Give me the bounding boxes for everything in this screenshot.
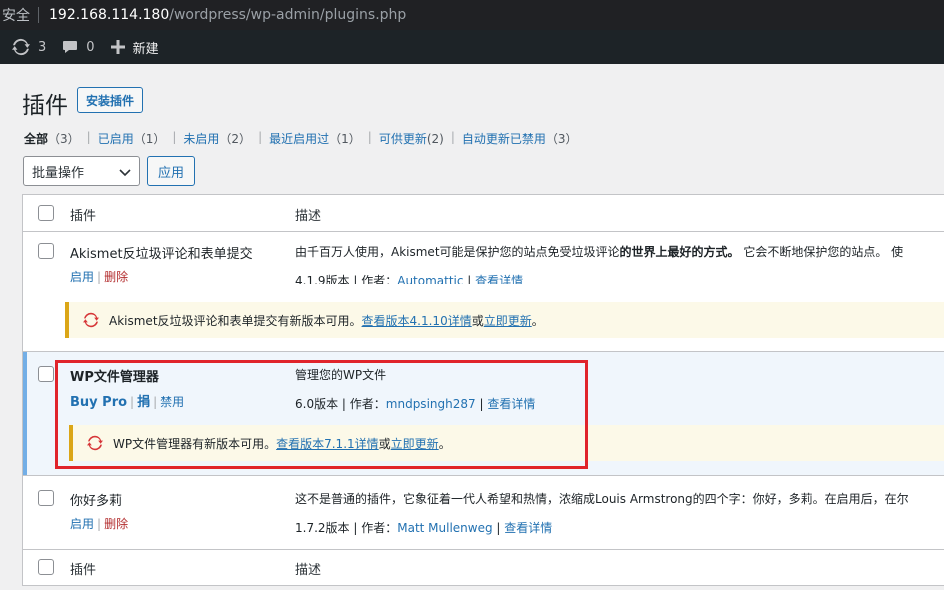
filter-all-link[interactable]: 全部 (24, 132, 48, 146)
filter-separator: | (367, 130, 372, 144)
filter-autoupdate-disabled[interactable]: 自动更新已禁用（3） (462, 130, 578, 147)
update-end: 。 (531, 313, 544, 328)
plugin-status-filters: 全部（3） | 已启用（1） | 未启用（2） | 最近启用过（1） | 可供更… (24, 130, 578, 147)
plugin-description-cell: 由千百万人使用，Akismet可能是保护您的站点免受垃圾评论的世界上最好的方式。… (295, 243, 903, 289)
updates-menu[interactable]: 3 (0, 30, 54, 64)
bulk-action-select[interactable]: 批量操作 (23, 156, 140, 186)
active-indicator (23, 352, 27, 475)
filter-separator: | (450, 130, 455, 144)
chevron-down-icon (119, 169, 131, 177)
plugin-version: 1.7.2版本 (295, 521, 350, 535)
filter-recent-link[interactable]: 最近启用过 (269, 132, 329, 146)
security-label[interactable]: 安全 (0, 5, 30, 25)
table-footer: 插件 描述 (23, 550, 944, 586)
updates-count: 3 (38, 39, 47, 55)
update-now-link[interactable]: 立即更新 (484, 312, 532, 329)
activate-link[interactable]: 启用 (70, 517, 94, 531)
url-path[interactable]: /wordpress/wp-admin/plugins.php (169, 7, 406, 23)
filter-active-count: （1） (133, 132, 166, 146)
add-plugin-button[interactable]: 安装插件 (77, 87, 144, 113)
column-description-footer[interactable]: 描述 (295, 559, 321, 578)
apply-button[interactable]: 应用 (147, 156, 196, 186)
filter-recent-count: （1） (329, 132, 361, 146)
filter-inactive[interactable]: 未启用（2） (183, 130, 251, 147)
comments-count: 0 (86, 39, 95, 55)
wp-admin-bar: 3 0 新建 (0, 30, 944, 64)
filter-upgrade[interactable]: 可供更新(2) (379, 130, 444, 147)
author-prefix: 作者： (361, 521, 398, 535)
description-text-cont: 它会不断地保护您的站点。 使 (739, 245, 904, 259)
plugin-meta: 1.7.2版本 | 作者：Matt Mullenweg | 查看详情 (295, 521, 553, 535)
select-all-checkbox[interactable] (38, 205, 54, 221)
view-details-link[interactable]: 查看详情 (504, 521, 552, 535)
row-actions: 启用 | 删除 (70, 515, 128, 532)
filter-active[interactable]: 已启用（1） (98, 130, 166, 147)
page-title: 插件 (22, 93, 68, 119)
plugin-update-row: Akismet反垃圾评论和表单提交有新版本可用。 查看版本4.1.10详情或立即更… (23, 284, 944, 349)
row-actions: 启用 | 删除 (70, 268, 253, 285)
update-notice: Akismet反垃圾评论和表单提交有新版本可用。 查看版本4.1.10详情或立即更… (65, 302, 944, 338)
comment-icon (63, 41, 78, 53)
plugin-checkbox[interactable] (38, 490, 54, 506)
plugin-checkbox[interactable] (38, 243, 54, 259)
column-description-header[interactable]: 描述 (295, 205, 321, 224)
filter-separator: | (86, 130, 91, 144)
plugin-row-akismet: Akismet反垃圾评论和表单提交 启用 | 删除 由千百万人使用，Akismet可… (23, 232, 944, 288)
new-label: 新建 (132, 41, 159, 57)
delete-link[interactable]: 删除 (104, 517, 128, 531)
plugin-description: 这不是普通的插件，它象征着一代人希望和热情，浓缩成Louis Armstrong… (295, 492, 909, 506)
filter-inactive-link[interactable]: 未启用 (183, 132, 219, 146)
activate-link[interactable]: 启用 (70, 270, 94, 284)
select-all-checkbox-footer[interactable] (38, 559, 54, 575)
bulk-action-value: 批量操作 (32, 165, 85, 181)
plugin-description-cell: 这不是普通的插件，它象征着一代人希望和热情，浓缩成Louis Armstrong… (295, 490, 909, 536)
filter-inactive-count: （2） (219, 132, 252, 146)
filter-all[interactable]: 全部（3） (24, 130, 80, 147)
update-message: Akismet反垃圾评论和表单提交有新版本可用。 (109, 313, 362, 328)
browser-address-bar[interactable]: 安全 192.168.114.180 /wordpress/wp-admin/p… (0, 0, 944, 30)
plugin-description: 由千百万人使用，Akismet可能是保护您的站点免受垃圾评论的世界上最好的方式。… (295, 243, 903, 260)
filter-all-count: （3） (48, 132, 80, 146)
filter-autoupdate-disabled-link[interactable]: 自动更新已禁用 (462, 132, 546, 146)
table-header: 插件 描述 (23, 195, 944, 231)
filter-autoupdate-disabled-count: （3） (545, 132, 578, 146)
plugin-title: 你好多莉 (70, 494, 123, 509)
plugin-row-hello-dolly: 你好多莉 启用 | 删除 这不是普通的插件，它象征着一代人希望和热情，浓缩成Loui… (23, 476, 944, 548)
filter-active-link[interactable]: 已启用 (98, 132, 134, 146)
filter-separator: | (172, 130, 177, 144)
filter-upgrade-count: (2) (426, 132, 444, 146)
plugin-name-cell: Akismet反垃圾评论和表单提交 启用 | 删除 (70, 243, 253, 285)
url-host[interactable]: 192.168.114.180 (49, 7, 169, 23)
action-separator: | (97, 270, 102, 284)
plugin-name-cell: 你好多莉 启用 | 删除 (70, 490, 128, 532)
plus-icon (110, 40, 125, 54)
new-content-menu[interactable]: 新建 (103, 30, 167, 64)
address-divider (38, 7, 39, 23)
description-text: 由千百万人使用，Akismet可能是保护您的站点免受垃圾评论 (295, 245, 620, 259)
plugin-title: Akismet反垃圾评论和表单提交 (70, 247, 253, 262)
update-icon (83, 312, 99, 328)
description-bold-text: 的世界上最好的方式。 (619, 245, 740, 259)
update-or: 或 (471, 313, 484, 328)
filter-separator: | (258, 130, 263, 144)
filter-recent[interactable]: 最近启用过（1） (269, 130, 361, 147)
view-version-details-link[interactable]: 查看版本4.1.10详情 (362, 312, 472, 329)
refresh-icon (12, 38, 30, 56)
comments-menu[interactable]: 0 (54, 30, 102, 64)
action-separator: | (97, 517, 102, 531)
plugin-checkbox[interactable] (38, 366, 54, 382)
author-link[interactable]: Matt Mullenweg (397, 521, 492, 535)
column-plugin-footer[interactable]: 插件 (70, 559, 96, 578)
highlight-box (55, 360, 588, 469)
delete-link[interactable]: 删除 (104, 270, 128, 284)
column-plugin-header[interactable]: 插件 (70, 205, 96, 224)
filter-upgrade-link[interactable]: 可供更新 (379, 132, 427, 146)
